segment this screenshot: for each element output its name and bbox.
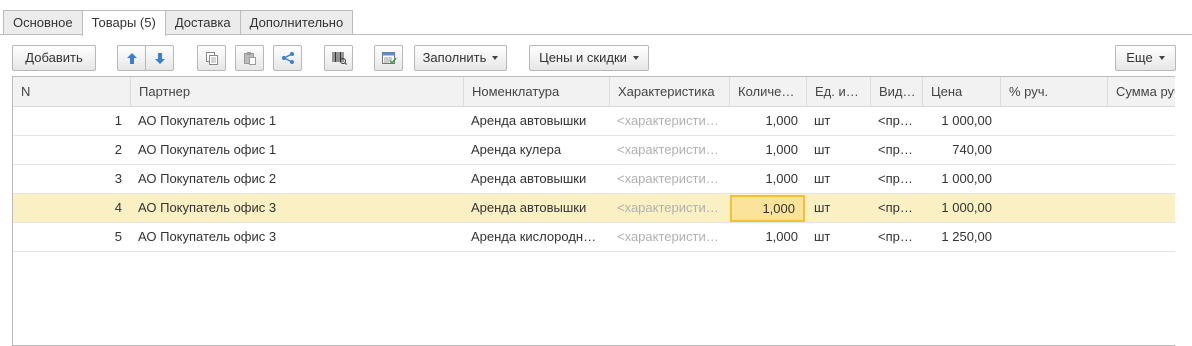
item-cell[interactable]: Аренда кислородн…	[463, 223, 609, 251]
row-number: 5	[114, 229, 122, 244]
characteristic-cell[interactable]: <характеристи…	[609, 165, 729, 193]
table-row[interactable]: 1 АО Покупатель офис 1 Аренда автовышки …	[13, 107, 1175, 136]
prices-label: Цены и скидки	[539, 50, 627, 65]
tab-bar: Основное Товары (5) Доставка Дополнитель…	[3, 10, 354, 36]
paste-icon	[243, 51, 257, 65]
characteristic-cell[interactable]: <характеристи…	[609, 194, 729, 222]
quantity-cell[interactable]: 1,000	[729, 136, 806, 164]
partner-cell[interactable]: АО Покупатель офис 3	[130, 194, 463, 222]
price-cell[interactable]: 1 000,00	[922, 194, 1000, 222]
price-cell[interactable]: 1 250,00	[922, 223, 1000, 251]
arrow-down-icon	[154, 52, 166, 65]
table-row[interactable]: 5 АО Покупатель офис 3 Аренда кислородн……	[13, 223, 1175, 252]
unit-cell[interactable]: шт	[806, 107, 870, 135]
share-button[interactable]	[273, 45, 302, 71]
goods-table: N Партнер Номенклатура Характеристика Ко…	[12, 76, 1175, 346]
copy-button[interactable]	[197, 45, 226, 71]
column-header-manual-sum[interactable]: Сумма руч	[1107, 77, 1175, 106]
more-dropdown-button[interactable]: Еще	[1115, 45, 1176, 71]
item-cell[interactable]: Аренда автовышки	[463, 165, 609, 193]
tab-goods[interactable]: Товары (5)	[81, 10, 166, 36]
unit-cell[interactable]: шт	[806, 223, 870, 251]
table-select-icon	[381, 51, 397, 65]
chevron-down-icon	[1158, 55, 1165, 60]
column-header-manual-percent[interactable]: % руч.	[1000, 77, 1107, 106]
unit-cell[interactable]: шт	[806, 136, 870, 164]
chevron-down-icon	[492, 55, 499, 60]
item-cell[interactable]: Аренда автовышки	[463, 107, 609, 135]
chevron-down-icon	[632, 55, 639, 60]
column-header-price[interactable]: Цена	[922, 77, 1000, 106]
column-header-item[interactable]: Номенклатура	[463, 77, 609, 106]
row-number: 4	[114, 200, 122, 215]
quantity-cell[interactable]: 1,000	[729, 165, 806, 193]
arrow-up-icon	[126, 52, 138, 65]
move-down-button[interactable]	[145, 45, 174, 71]
column-header-unit[interactable]: Ед. и…	[806, 77, 870, 106]
add-button[interactable]: Добавить	[12, 45, 96, 71]
item-cell[interactable]: Аренда автовышки	[463, 194, 609, 222]
prices-discounts-dropdown-button[interactable]: Цены и скидки	[529, 45, 649, 71]
row-number: 3	[114, 171, 122, 186]
characteristic-cell[interactable]: <характеристи…	[609, 107, 729, 135]
fill-label: Заполнить	[422, 50, 487, 65]
column-header-quantity[interactable]: Количе…	[729, 77, 806, 106]
copy-icon	[205, 51, 219, 65]
tab-divider	[0, 34, 1192, 35]
item-cell[interactable]: Аренда кулера	[463, 136, 609, 164]
toolbar: Добавить Заполнить Цены и скидки Еще	[12, 45, 1177, 71]
quantity-cell-focused[interactable]: 1,000	[730, 195, 805, 222]
unit-cell[interactable]: шт	[806, 165, 870, 193]
row-number: 1	[114, 113, 122, 128]
tab-additional[interactable]: Дополнительно	[239, 10, 354, 34]
fill-dropdown-button[interactable]: Заполнить	[414, 45, 507, 71]
kind-cell[interactable]: <пр…	[870, 165, 922, 193]
partner-cell[interactable]: АО Покупатель офис 3	[130, 223, 463, 251]
tab-main[interactable]: Основное	[3, 10, 83, 34]
column-header-kind[interactable]: Вид…	[870, 77, 922, 106]
column-header-partner[interactable]: Партнер	[130, 77, 463, 106]
column-header-characteristic[interactable]: Характеристика	[609, 77, 729, 106]
share-icon	[281, 51, 295, 65]
partner-cell[interactable]: АО Покупатель офис 1	[130, 136, 463, 164]
quantity-cell[interactable]: 1,000	[729, 107, 806, 135]
table-row-selected[interactable]: 4 АО Покупатель офис 3 Аренда автовышки …	[13, 194, 1175, 223]
paste-button[interactable]	[235, 45, 264, 71]
kind-cell[interactable]: <пр…	[870, 107, 922, 135]
barcode-button[interactable]	[324, 45, 353, 71]
kind-cell[interactable]: <пр…	[870, 136, 922, 164]
price-cell[interactable]: 1 000,00	[922, 165, 1000, 193]
tab-delivery[interactable]: Доставка	[164, 10, 241, 34]
table-header: N Партнер Номенклатура Характеристика Ко…	[13, 77, 1175, 107]
table-row[interactable]: 3 АО Покупатель офис 2 Аренда автовышки …	[13, 165, 1175, 194]
kind-cell[interactable]: <пр…	[870, 194, 922, 222]
characteristic-cell[interactable]: <характеристи…	[609, 223, 729, 251]
price-cell[interactable]: 740,00	[922, 136, 1000, 164]
row-number: 2	[114, 142, 122, 157]
kind-cell[interactable]: <пр…	[870, 223, 922, 251]
column-header-n[interactable]: N	[13, 77, 130, 106]
barcode-icon	[331, 51, 347, 65]
characteristic-cell[interactable]: <характеристи…	[609, 136, 729, 164]
price-cell[interactable]: 1 000,00	[922, 107, 1000, 135]
unit-cell[interactable]: шт	[806, 194, 870, 222]
table-row[interactable]: 2 АО Покупатель офис 1 Аренда кулера <ха…	[13, 136, 1175, 165]
partner-cell[interactable]: АО Покупатель офис 2	[130, 165, 463, 193]
more-label: Еще	[1126, 50, 1153, 65]
move-up-button[interactable]	[117, 45, 146, 71]
select-items-button[interactable]	[374, 45, 403, 71]
partner-cell[interactable]: АО Покупатель офис 1	[130, 107, 463, 135]
quantity-cell[interactable]: 1,000	[729, 223, 806, 251]
